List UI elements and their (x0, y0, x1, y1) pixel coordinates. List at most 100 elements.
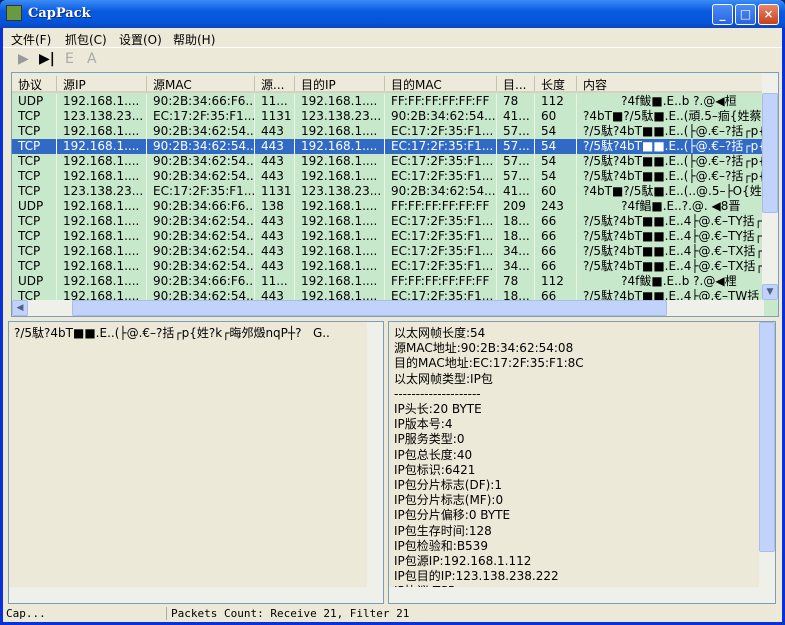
column-header[interactable]: 目... (497, 76, 535, 92)
table-cell: 443 (255, 214, 295, 229)
table-cell: 90:2B:34:62:54... (147, 244, 255, 259)
table-cell: TCP (12, 169, 57, 184)
table-cell: ?/5駄?4bT■■.E..4├@.€–TX括┌p (577, 244, 764, 259)
table-cell: 90:2B:34:62:54... (147, 259, 255, 274)
table-cell: EC:17:2F:35:F1... (385, 139, 497, 154)
table-row[interactable]: TCP 192.168.1.... 90:2B:34:62:54... 443 192.… (12, 124, 764, 139)
table-cell: 54 (535, 124, 577, 139)
filter-e-icon[interactable]: E (65, 51, 74, 67)
table-cell: 11... (255, 94, 295, 109)
column-header[interactable]: 目的IP (295, 76, 385, 92)
table-cell: 443 (255, 259, 295, 274)
table-cell: 90:2B:34:62:54... (147, 229, 255, 244)
hscroll-thumb[interactable] (72, 300, 667, 316)
table-cell: ?/5駄?4bT■■.E..(├@.€–?括┌p{姓 (577, 154, 764, 169)
table-row[interactable]: TCP 192.168.1.... 90:2B:34:62:54... 443 192.… (12, 214, 764, 229)
column-header[interactable]: 源MAC (147, 76, 255, 92)
menu-help[interactable]: 帮助(H) (173, 31, 215, 48)
menu-capture[interactable]: 抓包(C) (65, 31, 107, 48)
table-row[interactable]: UDP 192.168.1.... 90:2B:34:66:F6... 11... 19… (12, 94, 764, 109)
table-row[interactable]: UDP 192.168.1.... 90:2B:34:66:F6... 11... 19… (12, 274, 764, 289)
table-row[interactable]: TCP 192.168.1.... 90:2B:34:62:54... 443 192.… (12, 229, 764, 244)
table-cell: 90:2B:34:62:54... (147, 139, 255, 154)
table-cell: 66 (535, 244, 577, 259)
table-cell: 192.168.1.... (57, 169, 147, 184)
table-cell: 192.168.1.... (295, 229, 385, 244)
menu-file[interactable]: 文件(F) (11, 31, 51, 48)
step-capture-icon[interactable]: ▶| (39, 51, 55, 67)
table-row[interactable]: TCP 192.168.1.... 90:2B:34:62:54... 443 192.… (12, 259, 764, 274)
detail-line: IP服务类型:0 (394, 432, 465, 447)
table-row[interactable]: TCP 192.168.1.... 90:2B:34:62:54... 443 192.… (12, 139, 764, 154)
detail-line: IP包目的IP:123.138.238.222 (394, 569, 559, 584)
table-cell: 192.168.1.... (295, 244, 385, 259)
table-cell: 192.168.1.... (57, 94, 147, 109)
table-cell: TCP (12, 244, 57, 259)
table-cell: EC:17:2F:35:F1... (385, 214, 497, 229)
scroll-thumb[interactable] (762, 93, 778, 213)
column-header[interactable]: 源IP (57, 76, 147, 92)
title-bar[interactable]: CapPack _ □ × (0, 0, 785, 28)
packet-detail-pane[interactable]: 以太网帧长度:54 源MAC地址:90:2B:34:62:54:08 目的MAC地址… (388, 321, 776, 604)
detail-line: -------------------- (394, 386, 481, 401)
table-row[interactable]: TCP 192.168.1.... 90:2B:34:62:54... 443 192.… (12, 154, 764, 169)
start-capture-icon[interactable]: ▶ (18, 51, 29, 67)
table-cell: 57... (497, 124, 535, 139)
table-cell: 57... (497, 139, 535, 154)
table-cell: 66 (535, 259, 577, 274)
table-cell: EC:17:2F:35:F1... (147, 184, 255, 199)
close-button[interactable]: × (758, 4, 779, 25)
column-header[interactable]: 源... (255, 76, 295, 92)
table-cell: 443 (255, 169, 295, 184)
column-header[interactable]: 内容 (577, 76, 764, 92)
detail-line: 目的MAC地址:EC:17:2F:35:F1:8C (394, 356, 584, 371)
table-cell: 41... (497, 184, 535, 199)
table-cell: 192.168.1.... (57, 154, 147, 169)
table-cell: 192.168.1.... (57, 124, 147, 139)
filter-a-icon[interactable]: A (87, 51, 97, 67)
detail-line: 以太网帧类型:IP包 (394, 371, 493, 386)
table-cell: 90:2B:34:62:54... (147, 124, 255, 139)
minimize-button[interactable]: _ (712, 4, 733, 25)
table-cell: 192.168.1.... (57, 244, 147, 259)
detail-line: IP包检验和:B539 (394, 538, 488, 553)
raw-vscroll[interactable] (367, 322, 383, 587)
detail-line: IP包分片标志(DF):1 (394, 478, 502, 493)
table-cell: 90:2B:34:62:54... (385, 109, 497, 124)
table-cell: ?4f鲅■.E..b ?.@◀桓 (577, 94, 764, 109)
column-header[interactable]: 协议 (12, 76, 57, 92)
detail-line: IP包生存时间:128 (394, 523, 492, 538)
maximize-button[interactable]: □ (735, 4, 756, 25)
table-row[interactable]: TCP 192.168.1.... 90:2B:34:62:54... 443 192.… (12, 169, 764, 184)
table-cell: 443 (255, 244, 295, 259)
detail-line: IP头长:20 BYTE (394, 402, 482, 417)
status-left: Cap... (6, 607, 46, 620)
table-cell: TCP (12, 154, 57, 169)
horizontal-scrollbar[interactable]: ◀ (12, 300, 764, 316)
raw-data-pane[interactable]: ?/5駄?4bT■■.E..(├@.€–?括┌p{姓?k┌晦邜燬nqP┼? G.… (8, 321, 384, 604)
table-cell: 209 (497, 199, 535, 214)
table-row[interactable]: TCP 192.168.1.... 90:2B:34:62:54... 443 192.… (12, 244, 764, 259)
vertical-scrollbar[interactable]: ▼ (762, 73, 778, 300)
table-row[interactable]: UDP 192.168.1.... 90:2B:34:66:F6... 138 192.… (12, 199, 764, 214)
detail-hscroll[interactable] (389, 587, 775, 603)
packet-detail-text: 以太网帧长度:54 源MAC地址:90:2B:34:62:54:08 目的MAC地址… (394, 326, 584, 600)
table-cell: 18... (497, 214, 535, 229)
detail-scroll-thumb[interactable] (759, 322, 775, 552)
table-cell: ?/5駄?4bT■■.E..(├@.€–?括┌p{姓 (577, 139, 764, 154)
raw-hscroll[interactable] (9, 587, 383, 603)
table-cell: 60 (535, 184, 577, 199)
table-row[interactable]: TCP 123.138.23... EC:17:2F:35:F1... 1131 123… (12, 109, 764, 124)
detail-vscroll[interactable] (759, 322, 775, 587)
table-cell: 1131 (255, 184, 295, 199)
column-header[interactable]: 目的MAC (385, 76, 497, 92)
scroll-down-icon[interactable]: ▼ (762, 284, 778, 300)
packet-list[interactable]: 协议 源IP 源MAC 源... 目的IP 目的MAC 目... 长度 内容 UDP 192.16… (11, 72, 779, 317)
scroll-left-icon[interactable]: ◀ (12, 300, 28, 316)
menu-settings[interactable]: 设置(O) (119, 31, 162, 48)
column-header[interactable]: 长度 (535, 76, 577, 92)
toolbar: ▶ ▶| E A (3, 49, 782, 71)
table-cell: 34... (497, 244, 535, 259)
table-cell: FF:FF:FF:FF:FF:FF (385, 199, 497, 214)
table-row[interactable]: TCP 123.138.23... EC:17:2F:35:F1... 1131 123… (12, 184, 764, 199)
